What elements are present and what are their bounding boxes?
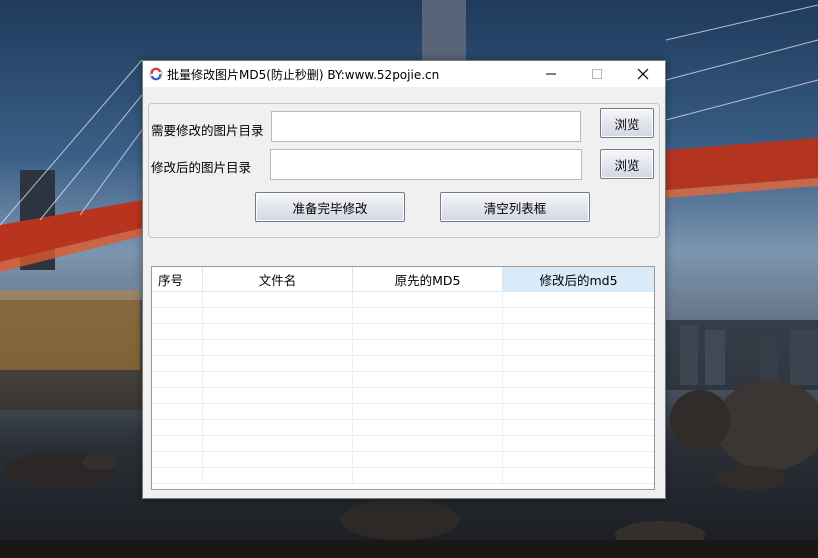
maximize-button[interactable] xyxy=(574,61,620,87)
column-header-index[interactable]: 序号 xyxy=(152,267,203,292)
source-dir-input[interactable] xyxy=(271,111,581,142)
close-button[interactable] xyxy=(620,61,666,87)
grid-row xyxy=(152,420,654,436)
close-icon xyxy=(637,68,649,80)
browse-target-button[interactable]: 浏览 xyxy=(600,149,654,179)
start-modify-button[interactable]: 准备完毕修改 xyxy=(255,192,405,222)
app-logo-icon xyxy=(149,67,163,81)
target-dir-input[interactable] xyxy=(270,149,582,180)
grid-row xyxy=(152,388,654,404)
grid-row xyxy=(152,292,654,308)
grid-row xyxy=(152,324,654,340)
grid-row xyxy=(152,340,654,356)
column-header-modified-md5[interactable]: 修改后的md5 xyxy=(503,267,654,292)
maximize-icon xyxy=(592,69,602,79)
app-window: 批量修改图片MD5(防止秒删) BY:www.52pojie.cn 需要修改的图… xyxy=(142,60,666,499)
clear-list-button[interactable]: 清空列表框 xyxy=(440,192,590,222)
settings-group: 需要修改的图片目录 浏览 修改后的图片目录 浏览 准备完毕修改 清空列表框 xyxy=(148,103,660,238)
window-title: 批量修改图片MD5(防止秒删) BY:www.52pojie.cn xyxy=(167,68,440,82)
grid-row xyxy=(152,436,654,452)
grid-row xyxy=(152,356,654,372)
grid-row xyxy=(152,452,654,468)
grid-row xyxy=(152,404,654,420)
title-bar[interactable]: 批量修改图片MD5(防止秒删) BY:www.52pojie.cn xyxy=(143,61,665,87)
minimize-icon xyxy=(546,73,556,75)
target-dir-label: 修改后的图片目录 xyxy=(151,160,252,175)
grid-row xyxy=(152,468,654,484)
list-header: 序号 文件名 原先的MD5 修改后的md5 xyxy=(152,267,654,292)
grid-row xyxy=(152,308,654,324)
column-header-original-md5[interactable]: 原先的MD5 xyxy=(353,267,503,292)
list-body[interactable] xyxy=(152,292,654,489)
grid-row xyxy=(152,372,654,388)
source-dir-label: 需要修改的图片目录 xyxy=(151,123,264,138)
column-header-filename[interactable]: 文件名 xyxy=(203,267,353,292)
file-list-view[interactable]: 序号 文件名 原先的MD5 修改后的md5 xyxy=(151,266,655,490)
minimize-button[interactable] xyxy=(528,61,574,87)
browse-source-button[interactable]: 浏览 xyxy=(600,108,654,138)
